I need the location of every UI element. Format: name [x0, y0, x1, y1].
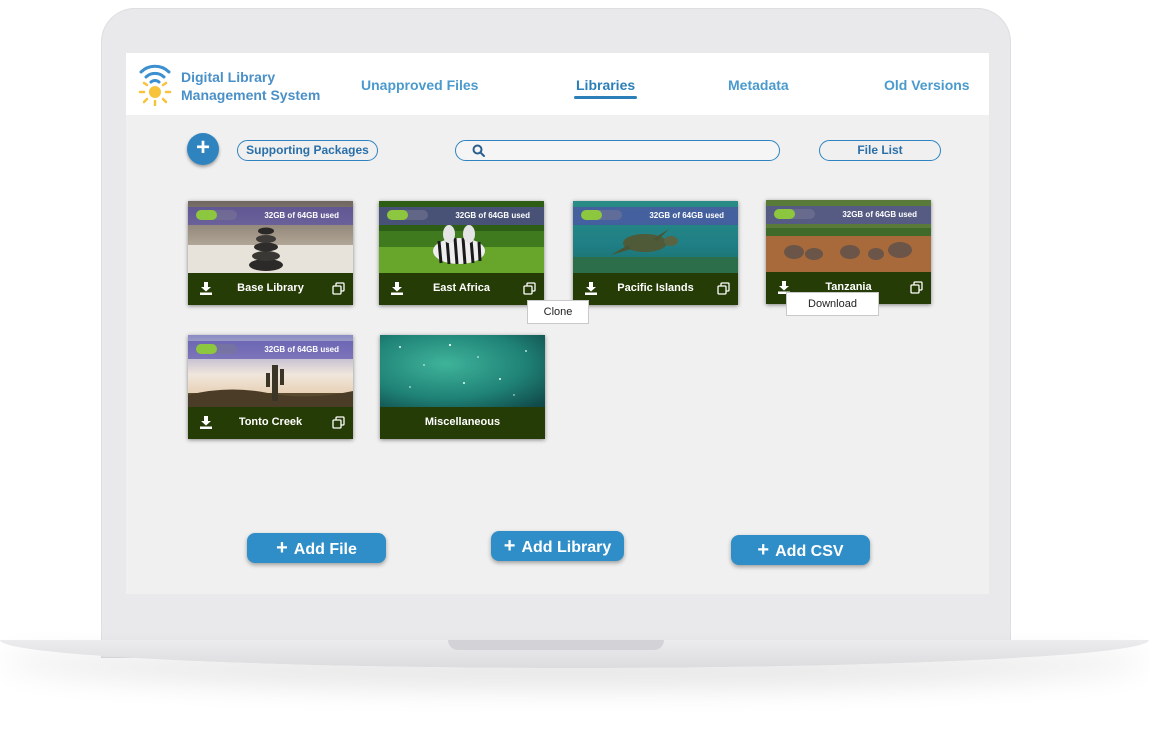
card-footer: Pacific Islands	[573, 273, 738, 305]
card-footer: Miscellaneous	[380, 407, 545, 439]
library-card-miscellaneous[interactable]: Miscellaneous	[380, 335, 545, 439]
add-library-label: Add Library	[521, 539, 612, 556]
search-icon	[472, 144, 485, 157]
library-name: East Africa	[432, 282, 491, 294]
app-header: Digital Library Management System Unappr…	[126, 53, 989, 115]
usage-fill	[581, 210, 602, 220]
storage-usage-bar: 32GB of 64GB used	[379, 207, 544, 225]
nav-metadata[interactable]: Metadata	[728, 77, 789, 93]
clone-icon[interactable]	[910, 281, 923, 294]
brand-line-1: Digital Library	[181, 69, 276, 85]
usage-fill	[196, 210, 217, 220]
usage-track	[581, 210, 622, 220]
clone-icon[interactable]	[717, 282, 730, 295]
plus-icon: +	[195, 134, 210, 161]
plus-icon: +	[757, 539, 770, 561]
storage-usage-bar: 32GB of 64GB used	[188, 207, 353, 225]
storage-usage-bar: 32GB of 64GB used	[188, 341, 353, 359]
usage-fill	[387, 210, 408, 220]
usage-fill	[196, 344, 217, 354]
nav-unapproved-files[interactable]: Unapproved Files	[361, 77, 478, 93]
library-name: Tonto Creek	[238, 416, 303, 428]
nav-libraries[interactable]: Libraries	[576, 77, 635, 93]
library-card-base-library[interactable]: 32GB of 64GB used Base Library	[188, 201, 353, 305]
clone-icon[interactable]	[523, 282, 536, 295]
app-screen: Digital Library Management System Unappr…	[126, 53, 989, 594]
brand-line-2: Management System	[181, 87, 321, 103]
card-footer: East Africa	[379, 273, 544, 305]
add-file-label: Add File	[293, 541, 357, 558]
usage-track	[196, 210, 237, 220]
library-card-east-africa[interactable]: 32GB of 64GB used East Africa	[379, 201, 544, 305]
library-card-tonto-creek[interactable]: 32GB of 64GB used Tonto Creek	[188, 335, 353, 439]
usage-text: 32GB of 64GB used	[455, 211, 530, 220]
library-card-pacific-islands[interactable]: 32GB of 64GB used Pacific Islands	[573, 201, 738, 305]
clone-tooltip: Clone	[527, 300, 589, 324]
storage-usage-bar: 32GB of 64GB used	[573, 207, 738, 225]
usage-track	[387, 210, 428, 220]
add-csv-button[interactable]: + Add CSV	[731, 535, 870, 565]
nav-old-versions[interactable]: Old Versions	[884, 77, 970, 93]
file-list-button[interactable]: File List	[819, 140, 941, 161]
space-image	[380, 335, 545, 407]
plus-icon: +	[276, 537, 288, 559]
clone-icon[interactable]	[332, 282, 345, 295]
card-footer: Tonto Creek	[188, 407, 353, 439]
library-name: Base Library	[237, 282, 304, 294]
search-bar	[455, 140, 780, 162]
wifi-sun-logo-icon	[138, 64, 172, 106]
brand-title: Digital Library Management System	[181, 68, 331, 104]
library-name: Miscellaneous	[424, 416, 501, 428]
usage-text: 32GB of 64GB used	[649, 211, 724, 220]
supporting-packages-button[interactable]: Supporting Packages	[237, 140, 378, 161]
storage-usage-bar: 32GB of 64GB used	[766, 206, 931, 224]
usage-text: 32GB of 64GB used	[264, 345, 339, 354]
add-csv-label: Add CSV	[775, 543, 844, 560]
usage-track	[196, 344, 237, 354]
card-footer: Base Library	[188, 273, 353, 305]
add-button[interactable]: +	[187, 133, 219, 165]
usage-fill	[774, 209, 795, 219]
usage-track	[774, 209, 815, 219]
library-name: Pacific Islands	[617, 282, 694, 294]
download-tooltip: Download	[786, 292, 879, 316]
usage-text: 32GB of 64GB used	[842, 210, 917, 219]
nav-active-underline	[574, 96, 637, 99]
search-input[interactable]	[492, 141, 766, 162]
library-card-tanzania[interactable]: 32GB of 64GB used Tanzania	[766, 200, 931, 304]
laptop-notch	[448, 640, 664, 650]
add-file-button[interactable]: + Add File	[247, 533, 386, 563]
clone-icon[interactable]	[332, 416, 345, 429]
plus-icon: +	[503, 535, 516, 557]
usage-text: 32GB of 64GB used	[264, 211, 339, 220]
add-library-button[interactable]: + Add Library	[491, 531, 624, 561]
